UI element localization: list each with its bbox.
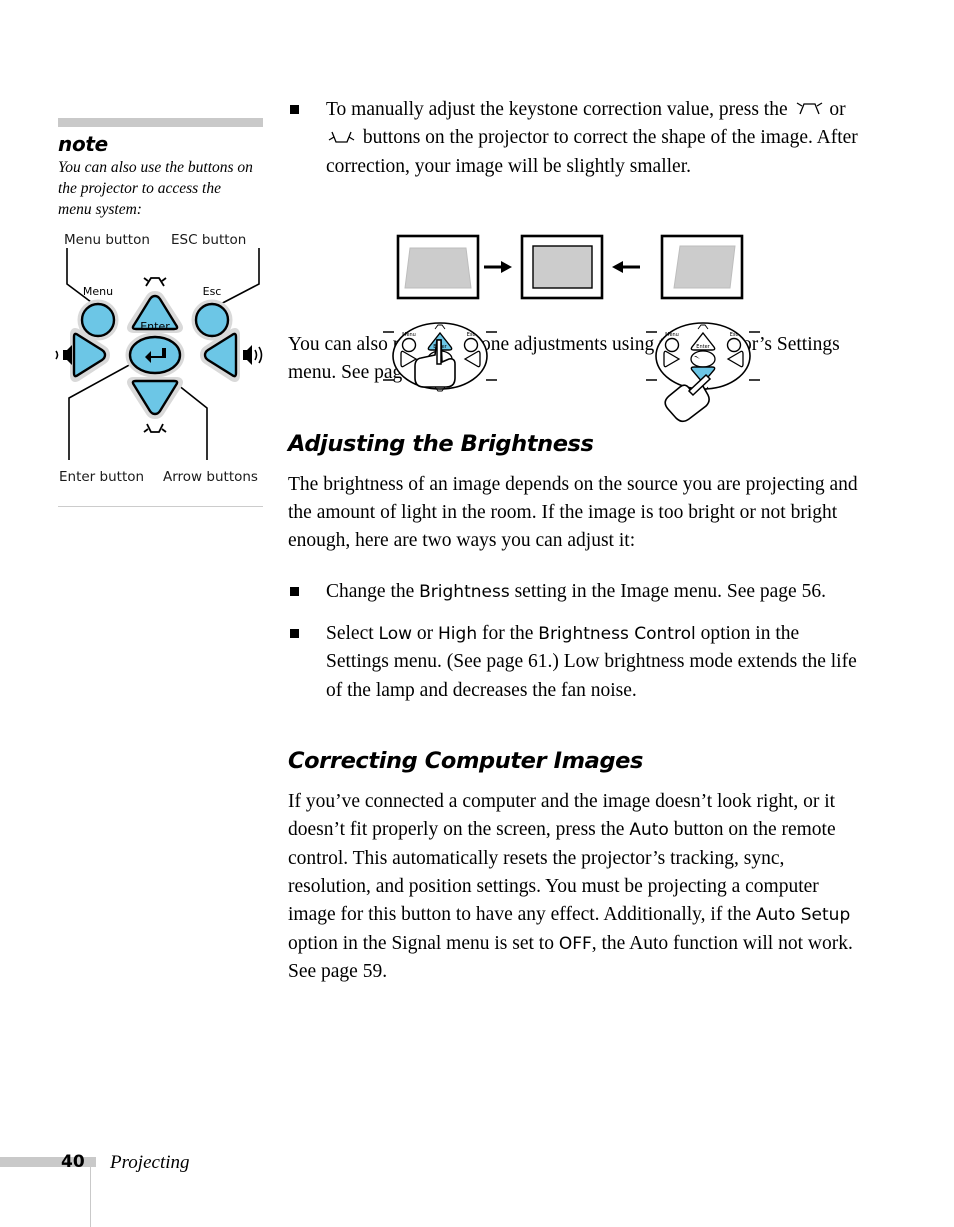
keystone-up-icon <box>796 102 822 115</box>
ui-term-brightness-control: Brightness Control <box>538 623 696 644</box>
panel-esc-label: Esc <box>203 285 222 298</box>
callout-enter-button: Enter button <box>59 469 145 485</box>
footer-chapter-label: Projecting <box>110 1152 190 1173</box>
panel-esc-button <box>191 299 233 341</box>
screen-narrow-top-trapezoid <box>396 234 480 300</box>
note-heading: note <box>58 132 108 156</box>
heading-adjusting-brightness: Adjusting the Brightness <box>288 430 594 457</box>
bullet-brightness-setting: Change the Brightness setting in the Ima… <box>288 578 858 606</box>
ui-term-off: OFF <box>558 933 592 954</box>
arrow-right-icon <box>484 261 512 273</box>
bullet-marker <box>290 105 299 114</box>
bullet-marker <box>290 628 299 638</box>
correcting-part3: option in the Signal menu is set to <box>288 932 559 954</box>
figure-left-menu-label: Menu <box>402 332 416 338</box>
projector-panel-press-down-arrow: Menu Esc Enter <box>646 322 760 423</box>
paragraph-brightness-intro: The brightness of an image depends on th… <box>288 473 858 552</box>
figure-left-esc-label: Esc <box>467 332 476 338</box>
footer-vertical-rule <box>90 1167 91 1227</box>
leader-line-arrows <box>172 380 208 460</box>
panel-down-arrow-button <box>127 377 183 420</box>
keystone-down-icon <box>328 132 355 144</box>
arrow-left-icon <box>612 261 640 273</box>
leader-line-esc <box>212 248 260 309</box>
note-bottom-rule <box>58 506 263 507</box>
note-body-text: You can also use the buttons on the proj… <box>58 159 253 219</box>
paragraph-correcting-computer-images: If you’ve connected a computer and the i… <box>288 788 858 987</box>
bullet-keystone-adjust: To manually adjust the keystone correcti… <box>288 96 858 181</box>
bullet-marker <box>290 586 299 596</box>
ui-term-auto-setup: Auto Setup <box>755 905 851 926</box>
bullet-brightness-setting-text: Change the Brightness setting in the Ima… <box>326 578 858 606</box>
bullet2-part3: for the <box>477 622 539 644</box>
panel-enter-label: Enter <box>140 320 170 333</box>
figure-right-enter-label: Enter <box>696 344 710 350</box>
heading-correcting-computer-images: Correcting Computer Images <box>288 748 644 775</box>
callout-arrow-buttons: Arrow buttons <box>163 469 258 485</box>
ui-term-high: High <box>438 623 478 644</box>
projector-control-panel-diagram: Menu Esc Enter <box>55 248 263 460</box>
ui-term-auto: Auto <box>629 820 669 841</box>
keystone-up-icon <box>143 277 167 287</box>
keystone-correction-figure: Menu Esc Enter <box>383 234 760 423</box>
panel-enter-button <box>125 332 185 378</box>
keystone-conjunction: or <box>829 99 846 120</box>
panel-menu-label: Menu <box>83 285 113 298</box>
screen-corrected-rectangle <box>520 234 604 300</box>
callout-esc-button: ESC button <box>171 232 247 248</box>
bullet-keystone-text: To manually adjust the keystone correcti… <box>326 96 858 181</box>
footer-page-number: 40 <box>61 1152 85 1172</box>
panel-menu-button <box>77 299 119 341</box>
bullet2-part1: Select <box>326 622 379 644</box>
volume-up-icon <box>243 345 263 365</box>
ui-term-brightness: Brightness <box>419 581 510 602</box>
bullet-keystone-text-part2: buttons on the projector to correct the … <box>326 127 858 177</box>
note-top-rule <box>58 118 263 127</box>
document-page: note You can also use the buttons on the… <box>0 0 954 1227</box>
bullet-brightness-control: Select Low or High for the Brightness Co… <box>288 620 858 705</box>
bullet1-before: Change the <box>326 580 420 602</box>
ui-term-low: Low <box>378 623 413 644</box>
figure-right-esc-label: Esc <box>730 332 739 338</box>
projector-panel-press-up-arrow: Menu Esc Enter <box>383 322 497 392</box>
volume-down-icon <box>55 345 72 365</box>
keystone-down-icon <box>143 423 167 433</box>
callout-menu-button: Menu button <box>64 232 150 248</box>
bullet1-after: setting in the Image menu. See page 56. <box>509 580 826 602</box>
bullet-brightness-control-text: Select Low or High for the Brightness Co… <box>326 620 858 705</box>
bullet2-part2: or <box>412 622 439 644</box>
figure-right-menu-label: Menu <box>665 332 679 338</box>
screen-wide-top-trapezoid <box>660 234 744 300</box>
bullet-keystone-text-part1: To manually adjust the keystone correcti… <box>326 99 788 120</box>
note-sidebar: note You can also use the buttons on the… <box>58 118 263 220</box>
